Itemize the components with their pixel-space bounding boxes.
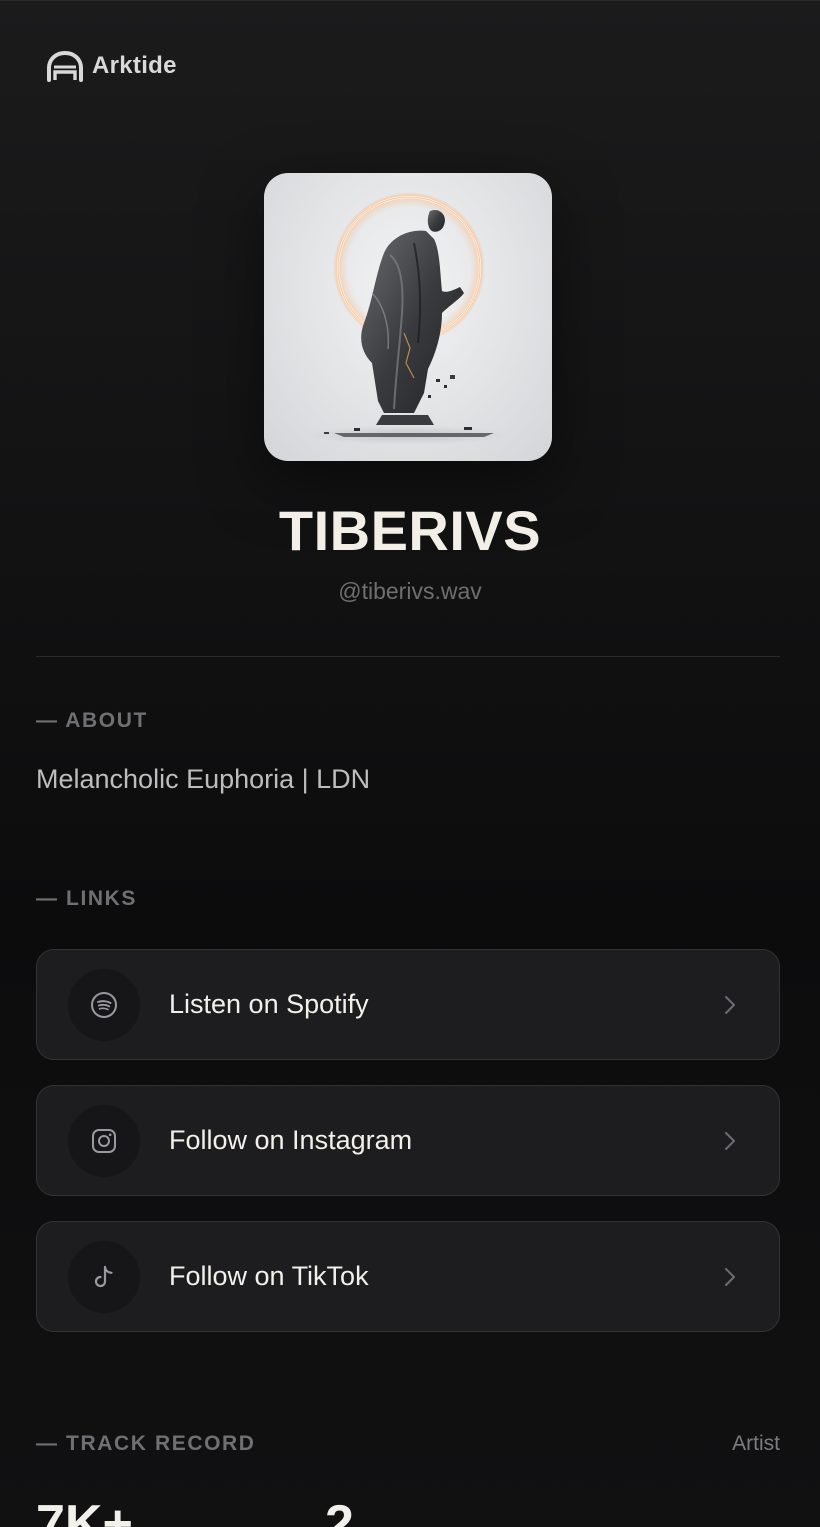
link-icon-container [68, 1104, 140, 1177]
profile-handle: @tiberivs.wav [338, 578, 482, 604]
profile-name: TIBERIVS [278, 499, 542, 562]
stat-value: 7K+ [36, 1495, 133, 1527]
stat-value: 2 [325, 1495, 354, 1527]
arch-logo-icon [47, 50, 83, 82]
link-label: Follow on TikTok [169, 1261, 369, 1291]
link-label: Follow on Instagram [169, 1125, 413, 1155]
brand-name: Arktide [92, 52, 177, 79]
link-icon-container [68, 968, 140, 1041]
about-section-label: — ABOUT [36, 709, 148, 732]
chevron-right-icon [725, 1131, 735, 1150]
link-label: Listen on Spotify [169, 989, 369, 1019]
about-text: Melancholic Euphoria | LDN [36, 764, 371, 794]
chevron-right-icon [725, 1267, 735, 1286]
divider [36, 656, 780, 657]
link-icon-container [68, 1240, 140, 1313]
links-section-label: — LINKS [36, 887, 138, 910]
profile-avatar [264, 173, 552, 461]
track-record-section-label: — TRACK RECORD [36, 1432, 256, 1455]
role-label: Artist [732, 1432, 780, 1455]
spotify-icon [91, 991, 117, 1018]
top-border [0, 0, 820, 1]
statue-avatar-image [308, 192, 508, 445]
brand-logo[interactable]: Arktide [46, 50, 177, 82]
tiktok-icon [94, 1265, 113, 1287]
instagram-icon [92, 1128, 116, 1153]
link-instagram[interactable]: Follow on Instagram [36, 1085, 780, 1196]
link-tiktok[interactable]: Follow on TikTok [36, 1221, 780, 1332]
chevron-right-icon [725, 995, 735, 1014]
link-spotify[interactable]: Listen on Spotify [36, 949, 780, 1060]
